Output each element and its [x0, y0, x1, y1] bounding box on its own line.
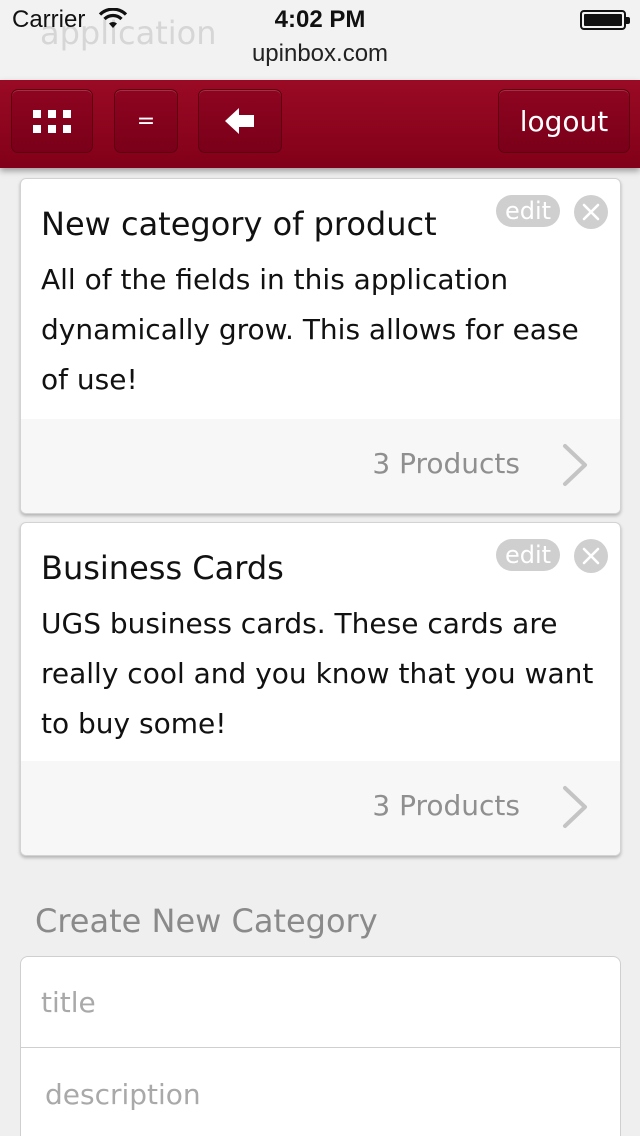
chevron-right-icon: [563, 786, 587, 828]
close-icon: [582, 203, 600, 221]
logout-button[interactable]: logout: [498, 89, 630, 153]
category-card: Business Cards edit UGS business cards. …: [20, 522, 621, 856]
edit-button[interactable]: edit: [496, 539, 560, 571]
category-title: Business Cards: [41, 549, 284, 587]
battery-icon: [580, 10, 630, 30]
app-toolbar: = logout: [0, 80, 640, 168]
products-link[interactable]: 3 Products: [21, 761, 620, 855]
address-url[interactable]: upinbox.com: [0, 40, 640, 68]
back-arrow-icon: [225, 108, 254, 134]
create-category-heading: Create New Category: [35, 902, 378, 940]
create-category-form: [20, 956, 621, 1136]
category-description: All of the fields in this application dy…: [41, 263, 579, 396]
field-divider: [21, 1047, 620, 1048]
close-icon: [582, 547, 600, 565]
back-button[interactable]: [198, 89, 282, 153]
delete-button[interactable]: [574, 195, 608, 229]
screen: application Carrier 4:02 PM upinbox.com …: [0, 0, 640, 1136]
products-link[interactable]: 3 Products: [21, 419, 620, 513]
description-input[interactable]: [21, 1049, 620, 1136]
category-title: New category of product: [41, 205, 437, 243]
chevron-right-icon: [563, 444, 587, 486]
title-input[interactable]: [21, 957, 620, 1047]
edit-button[interactable]: edit: [496, 195, 560, 227]
products-count: 3 Products: [372, 789, 520, 822]
menu-button[interactable]: =: [114, 89, 178, 153]
category-card: New category of product edit All of the …: [20, 178, 621, 514]
grid-icon: [33, 109, 71, 133]
status-bar: application Carrier 4:02 PM upinbox.com: [0, 0, 640, 80]
apps-grid-button[interactable]: [11, 89, 93, 153]
clock: 4:02 PM: [274, 6, 366, 33]
products-count: 3 Products: [372, 447, 520, 480]
category-description: UGS business cards. These cards are real…: [41, 607, 594, 740]
delete-button[interactable]: [574, 539, 608, 573]
